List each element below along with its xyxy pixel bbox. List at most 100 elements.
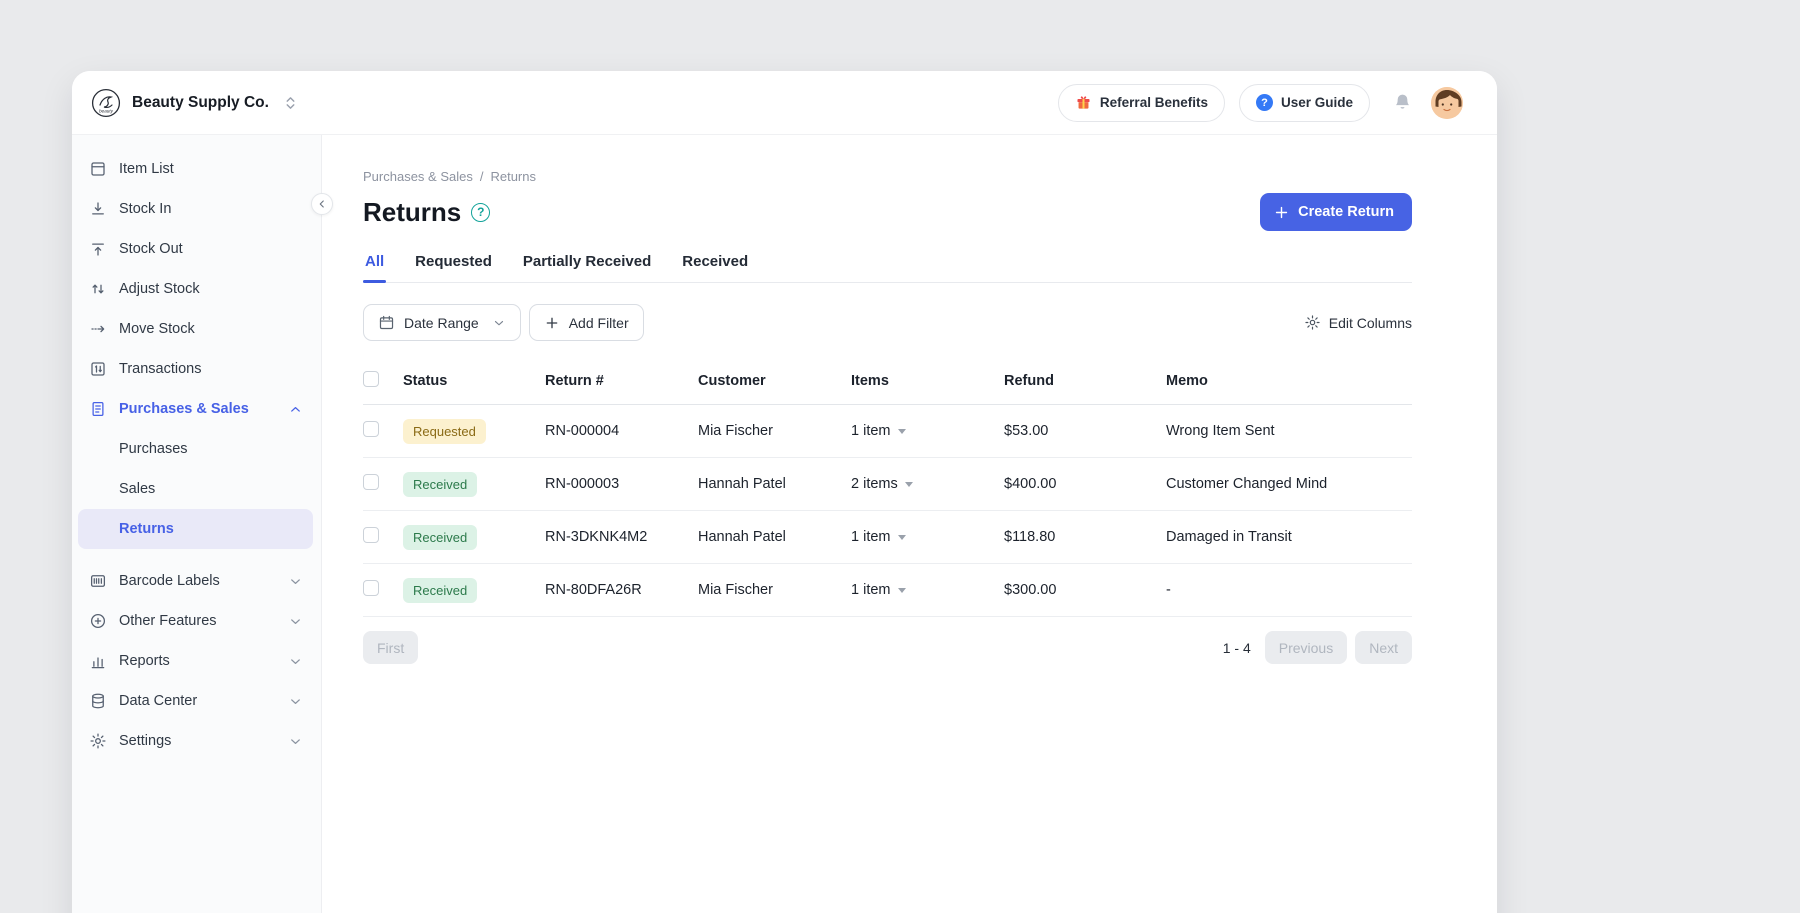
caret-down-icon — [898, 535, 906, 540]
sidebar-item-stock-out[interactable]: Stock Out — [72, 229, 321, 269]
add-filter-button[interactable]: Add Filter — [529, 304, 644, 341]
sidebar-item-data-center[interactable]: Data Center — [72, 681, 321, 721]
user-guide-label: User Guide — [1281, 95, 1353, 110]
items-dropdown[interactable]: 1 item — [851, 529, 1004, 545]
sidebar-item-transactions[interactable]: Transactions — [72, 349, 321, 389]
sidebar-item-label: Move Stock — [119, 321, 195, 337]
sidebar-item-settings[interactable]: Settings — [72, 721, 321, 761]
table-row[interactable]: Requested RN-000004 Mia Fischer 1 item $… — [363, 405, 1412, 458]
bar-chart-icon — [89, 652, 107, 670]
customer-cell: Mia Fischer — [698, 582, 851, 598]
chevron-down-icon — [288, 694, 303, 709]
app-window: beauty Beauty Supply Co. — [72, 71, 1497, 913]
sidebar-item-label: Purchases & Sales — [119, 401, 249, 417]
memo-cell: Wrong Item Sent — [1166, 423, 1412, 439]
plus-icon — [544, 315, 560, 331]
item-list-icon — [89, 160, 107, 178]
tab-partially-received[interactable]: Partially Received — [521, 253, 653, 282]
sidebar-item-label: Adjust Stock — [119, 281, 200, 297]
gear-icon — [89, 732, 107, 750]
select-all-checkbox[interactable] — [363, 371, 379, 387]
items-count: 2 items — [851, 476, 898, 492]
caret-down-icon — [898, 429, 906, 434]
tab-requested[interactable]: Requested — [413, 253, 494, 282]
row-checkbox[interactable] — [363, 421, 379, 437]
chevron-down-icon — [288, 614, 303, 629]
sidebar-item-reports[interactable]: Reports — [72, 641, 321, 681]
company-switcher-chevrons-icon — [284, 95, 297, 111]
purchases-sales-icon — [89, 400, 107, 418]
bell-icon — [1392, 92, 1413, 113]
help-icon[interactable]: ? — [471, 203, 490, 222]
sidebar-item-label: Returns — [119, 521, 174, 537]
chevron-down-icon — [288, 734, 303, 749]
sidebar-item-stock-in[interactable]: Stock In — [72, 189, 321, 229]
sidebar-item-item-list[interactable]: Item List — [72, 149, 321, 189]
sidebar-item-returns[interactable]: Returns — [78, 509, 313, 549]
sidebar-item-label: Purchases — [119, 441, 188, 457]
header-actions: Referral Benefits ? User Guide — [1058, 84, 1463, 122]
table-row[interactable]: Received RN-000003 Hannah Patel 2 items … — [363, 458, 1412, 511]
memo-cell: Customer Changed Mind — [1166, 476, 1412, 492]
company-switcher[interactable]: beauty Beauty Supply Co. — [90, 87, 297, 119]
tab-received[interactable]: Received — [680, 253, 750, 282]
chevron-down-icon — [288, 574, 303, 589]
table-row[interactable]: Received RN-80DFA26R Mia Fischer 1 item … — [363, 564, 1412, 617]
sidebar-item-move-stock[interactable]: Move Stock — [72, 309, 321, 349]
breadcrumb-parent[interactable]: Purchases & Sales — [363, 169, 473, 184]
refund-cell: $400.00 — [1004, 476, 1166, 492]
sidebar-collapse-button[interactable] — [311, 193, 333, 215]
breadcrumb: Purchases & Sales / Returns — [363, 169, 1412, 184]
stock-in-icon — [89, 200, 107, 218]
sidebar-item-label: Sales — [119, 481, 155, 497]
date-range-dropdown[interactable]: Date Range — [363, 304, 521, 341]
items-count: 1 item — [851, 423, 891, 439]
sidebar-item-sales[interactable]: Sales — [72, 469, 321, 509]
page-range: 1 - 4 — [1223, 640, 1251, 656]
database-icon — [89, 692, 107, 710]
row-checkbox[interactable] — [363, 527, 379, 543]
sidebar-item-label: Transactions — [119, 361, 201, 377]
items-dropdown[interactable]: 1 item — [851, 582, 1004, 598]
desktop-background: beauty Beauty Supply Co. — [0, 0, 1800, 913]
previous-page-button[interactable]: Previous — [1265, 631, 1347, 664]
status-tabs: All Requested Partially Received Receive… — [363, 253, 1412, 283]
sidebar-item-label: Reports — [119, 653, 170, 669]
customer-cell: Mia Fischer — [698, 423, 851, 439]
notifications-button[interactable] — [1388, 88, 1417, 117]
row-checkbox[interactable] — [363, 474, 379, 490]
column-header-customer: Customer — [698, 373, 851, 389]
user-guide-button[interactable]: ? User Guide — [1239, 84, 1370, 122]
tab-all[interactable]: All — [363, 253, 386, 282]
items-count: 1 item — [851, 529, 891, 545]
memo-cell: Damaged in Transit — [1166, 529, 1412, 545]
sidebar-item-label: Barcode Labels — [119, 573, 220, 589]
sidebar-item-barcode-labels[interactable]: Barcode Labels — [72, 561, 321, 601]
column-header-status: Status — [403, 373, 545, 389]
chevron-up-icon — [288, 402, 303, 417]
user-avatar[interactable] — [1431, 87, 1463, 119]
sidebar-item-label: Data Center — [119, 693, 197, 709]
sidebar-item-adjust-stock[interactable]: Adjust Stock — [72, 269, 321, 309]
items-dropdown[interactable]: 2 items — [851, 476, 1004, 492]
next-page-button[interactable]: Next — [1355, 631, 1412, 664]
edit-columns-label: Edit Columns — [1329, 315, 1412, 331]
status-badge: Received — [403, 578, 477, 603]
question-circle-icon: ? — [1256, 94, 1273, 111]
plus-circle-icon — [89, 612, 107, 630]
items-dropdown[interactable]: 1 item — [851, 423, 1004, 439]
table-header-row: Status Return # Customer Items Refund Me… — [363, 357, 1412, 405]
referral-benefits-button[interactable]: Referral Benefits — [1058, 84, 1225, 122]
sidebar: Item List Stock In Stock Out Adjust Stoc… — [72, 135, 322, 913]
row-checkbox[interactable] — [363, 580, 379, 596]
create-return-button[interactable]: Create Return — [1260, 193, 1412, 231]
returns-table: Status Return # Customer Items Refund Me… — [363, 357, 1412, 617]
sidebar-item-other-features[interactable]: Other Features — [72, 601, 321, 641]
edit-columns-button[interactable]: Edit Columns — [1304, 314, 1412, 331]
refund-cell: $118.80 — [1004, 529, 1166, 545]
table-row[interactable]: Received RN-3DKNK4M2 Hannah Patel 1 item… — [363, 511, 1412, 564]
sidebar-item-purchases[interactable]: Purchases — [72, 429, 321, 469]
company-name: Beauty Supply Co. — [132, 94, 269, 112]
sidebar-item-purchases-and-sales[interactable]: Purchases & Sales — [72, 389, 321, 429]
first-page-button[interactable]: First — [363, 631, 418, 664]
